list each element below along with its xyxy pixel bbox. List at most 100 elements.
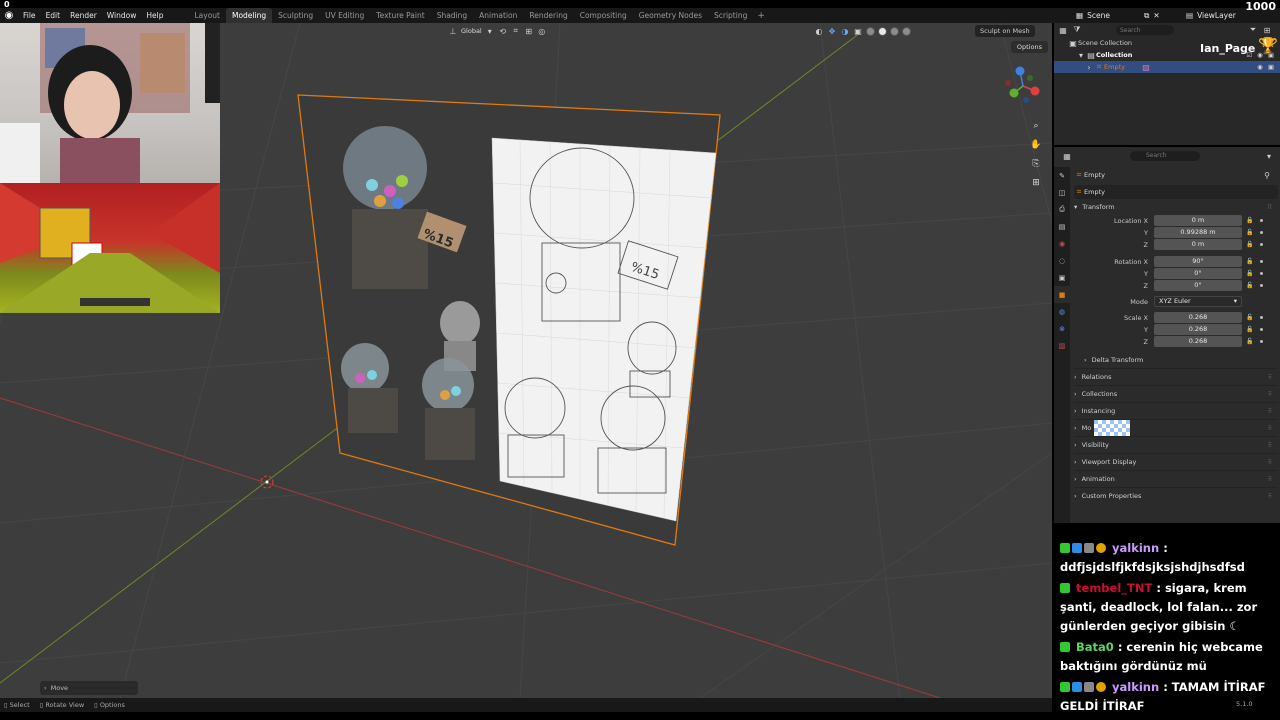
- scene-tab-icon[interactable]: ◉: [1054, 235, 1070, 252]
- outliner-search-input[interactable]: Search: [1116, 25, 1174, 35]
- scale-y-field[interactable]: 0.268: [1154, 324, 1242, 335]
- panel-instancing[interactable]: › Instancing ⠿: [1074, 402, 1278, 419]
- scale-z-field[interactable]: 0.268: [1154, 336, 1242, 347]
- zoom-icon[interactable]: ⌕: [1028, 118, 1044, 134]
- drag-handle-icon[interactable]: ⠿: [1268, 425, 1272, 432]
- xray-icon[interactable]: ▣: [853, 26, 863, 36]
- pan-hand-icon[interactable]: ✋: [1028, 137, 1044, 153]
- keyframe-icon[interactable]: [1260, 231, 1263, 234]
- lock-icon[interactable]: 🔓: [1246, 312, 1253, 324]
- scene-selector[interactable]: ▦ Scene ⧉ ✕: [1076, 8, 1160, 23]
- keyframe-icon[interactable]: [1260, 340, 1263, 343]
- data-tab-icon[interactable]: ▨: [1054, 337, 1070, 354]
- overlay-icon[interactable]: ◑: [840, 26, 850, 36]
- tab-uv-editing[interactable]: UV Editing: [319, 8, 370, 23]
- scale-x-field[interactable]: 0.268: [1154, 312, 1242, 323]
- object-tab-icon[interactable]: ■: [1054, 286, 1070, 303]
- new-collection-icon[interactable]: ⊞: [1262, 25, 1272, 35]
- new-scene-icon[interactable]: ⧉: [1144, 11, 1149, 21]
- location-z-field[interactable]: 0 m: [1154, 239, 1242, 250]
- output-tab-icon[interactable]: ⎙: [1054, 201, 1070, 218]
- location-x-field[interactable]: 0 m: [1154, 215, 1242, 226]
- panel-viewport-display[interactable]: › Viewport Display ⠿: [1074, 453, 1278, 470]
- render-tab-icon[interactable]: ◫: [1054, 184, 1070, 201]
- constraints-tab-icon[interactable]: ⊗: [1054, 320, 1070, 337]
- pivot-icon[interactable]: ⟲: [498, 26, 508, 36]
- keyframe-icon[interactable]: [1260, 328, 1263, 331]
- tool-tab-icon[interactable]: ✎: [1054, 167, 1070, 184]
- keyframe-icon[interactable]: [1260, 316, 1263, 319]
- physics-tab-icon[interactable]: ◍: [1054, 303, 1070, 320]
- rotation-y-field[interactable]: 0°: [1154, 268, 1242, 279]
- lock-icon[interactable]: 🔓: [1246, 256, 1253, 268]
- world-tab-icon[interactable]: ◌: [1054, 252, 1070, 269]
- proportional-edit-icon[interactable]: ◎: [537, 26, 547, 36]
- lock-icon[interactable]: 🔓: [1246, 215, 1253, 227]
- drag-handle-icon[interactable]: ⠿: [1267, 203, 1272, 211]
- viewlayer-selector[interactable]: ▤ ViewLayer: [1186, 8, 1236, 23]
- keyframe-icon[interactable]: [1260, 272, 1263, 275]
- rotation-x-field[interactable]: 90°: [1154, 256, 1242, 267]
- properties-search-input[interactable]: Search: [1130, 151, 1200, 161]
- lock-icon[interactable]: 🔓: [1246, 324, 1253, 336]
- wireframe-shading-icon[interactable]: [866, 26, 875, 36]
- last-operator-panel[interactable]: › Move: [40, 681, 138, 695]
- lock-icon[interactable]: 🔓: [1246, 336, 1253, 348]
- lock-icon[interactable]: 🔓: [1246, 239, 1253, 251]
- drag-handle-icon[interactable]: ⠿: [1268, 493, 1272, 500]
- tab-texture-paint[interactable]: Texture Paint: [370, 8, 430, 23]
- rendered-shading-icon[interactable]: [902, 26, 911, 36]
- navigation-gizmo[interactable]: [1000, 63, 1046, 109]
- lock-icon[interactable]: 🔓: [1246, 227, 1253, 239]
- tab-modeling[interactable]: Modeling: [225, 8, 273, 23]
- editor-type-icon[interactable]: ▦: [1062, 151, 1072, 161]
- snap-target-icon[interactable]: ⊞: [524, 26, 534, 36]
- outliner-row-empty[interactable]: › ⌗ Empty ▨ ◉ ▣: [1054, 61, 1280, 73]
- material-shading-icon[interactable]: [890, 26, 899, 36]
- panel-motion-paths[interactable]: › Mo ⠿: [1074, 419, 1278, 436]
- keyframe-icon[interactable]: [1260, 260, 1263, 263]
- menu-edit[interactable]: Edit: [41, 8, 66, 23]
- tab-sculpting[interactable]: Sculpting: [272, 8, 319, 23]
- filter-icon[interactable]: ⧩: [1072, 25, 1082, 35]
- sculpt-on-mesh-button[interactable]: Sculpt on Mesh: [975, 25, 1035, 37]
- transform-panel-header[interactable]: ▾ Transform ⠿: [1074, 199, 1278, 215]
- menu-help[interactable]: Help: [141, 8, 168, 23]
- transform-orientation[interactable]: ⊥ Global ▾ ⟲ ⌗ ⊞ ◎: [448, 25, 547, 37]
- delta-transform-header[interactable]: › Delta Transform: [1074, 352, 1278, 368]
- drag-handle-icon[interactable]: ⠿: [1268, 374, 1272, 381]
- panel-custom-properties[interactable]: › Custom Properties ⠿: [1074, 487, 1278, 504]
- drag-handle-icon[interactable]: ⠿: [1268, 459, 1272, 466]
- menu-window[interactable]: Window: [102, 8, 142, 23]
- menu-file[interactable]: File: [18, 8, 41, 23]
- solid-shading-icon[interactable]: [878, 26, 887, 36]
- tab-scripting[interactable]: Scripting: [708, 8, 753, 23]
- drag-handle-icon[interactable]: ⠿: [1268, 442, 1272, 449]
- lock-icon[interactable]: 🔓: [1246, 280, 1253, 292]
- options-button[interactable]: Options: [1010, 41, 1048, 53]
- funnel-icon[interactable]: ⏷: [1248, 25, 1258, 35]
- drag-handle-icon[interactable]: ⠿: [1268, 476, 1272, 483]
- keyframe-icon[interactable]: [1260, 219, 1263, 222]
- rotation-z-field[interactable]: 0°: [1154, 280, 1242, 291]
- menu-render[interactable]: Render: [65, 8, 102, 23]
- collection-tab-icon[interactable]: ▣: [1054, 269, 1070, 286]
- tab-compositing[interactable]: Compositing: [574, 8, 633, 23]
- lock-icon[interactable]: 🔓: [1246, 268, 1253, 280]
- eye-icon[interactable]: ◉: [1257, 63, 1263, 71]
- tab-shading[interactable]: Shading: [431, 8, 473, 23]
- blender-logo-icon[interactable]: ◉: [0, 8, 18, 23]
- keyframe-icon[interactable]: [1260, 243, 1263, 246]
- object-name-field[interactable]: ⌗ Empty: [1074, 185, 1278, 199]
- grid-view-icon[interactable]: ⊞: [1028, 175, 1044, 191]
- tab-rendering[interactable]: Rendering: [523, 8, 573, 23]
- location-y-field[interactable]: 0.99288 m: [1154, 227, 1242, 238]
- panel-collections[interactable]: › Collections ⠿: [1074, 385, 1278, 402]
- camera-icon[interactable]: ▣: [1268, 63, 1274, 71]
- rotation-mode-select[interactable]: XYZ Euler ▾: [1154, 296, 1242, 307]
- chevron-down-icon[interactable]: ▾: [1264, 151, 1274, 161]
- panel-visibility[interactable]: › Visibility ⠿: [1074, 436, 1278, 453]
- keyframe-icon[interactable]: [1260, 284, 1263, 287]
- drag-handle-icon[interactable]: ⠿: [1268, 391, 1272, 398]
- tab-animation[interactable]: Animation: [473, 8, 523, 23]
